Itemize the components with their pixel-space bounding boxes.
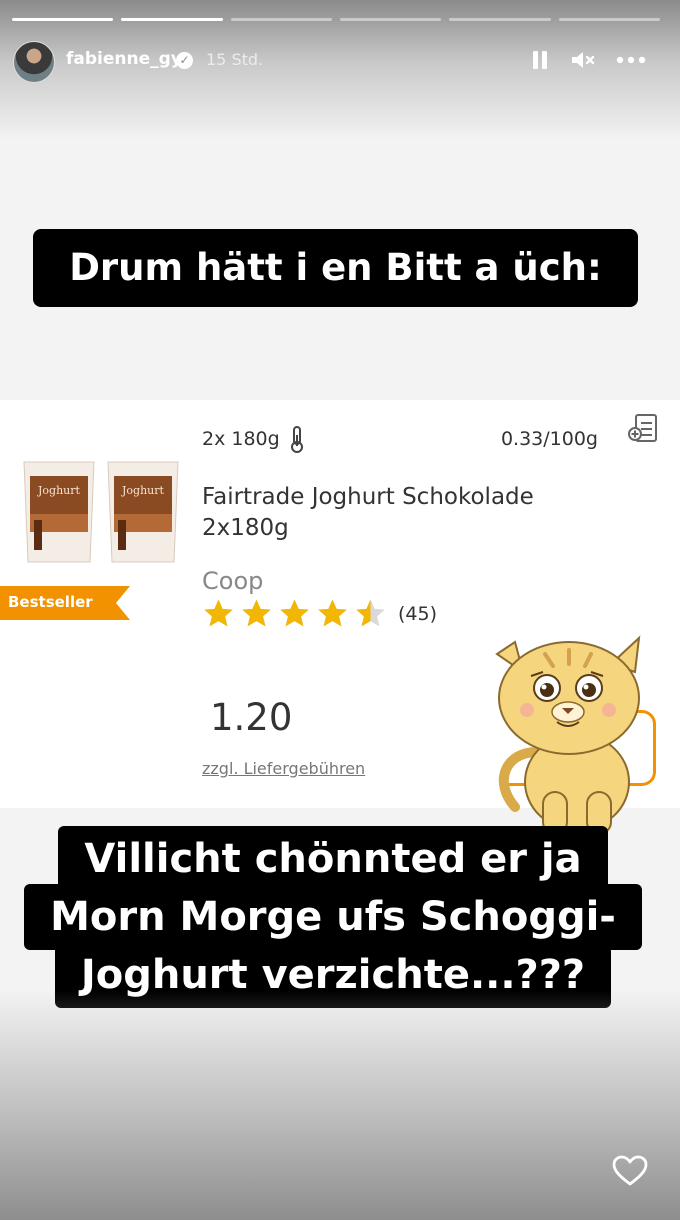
product-price: 1.20 (210, 696, 293, 739)
story-caption-bottom: Villicht chönnted er ja Morn Morge ufs S… (18, 826, 648, 1008)
svg-text:Joghurt: Joghurt (121, 484, 165, 497)
progress-segment (12, 18, 114, 21)
star-icon (280, 599, 309, 627)
speaker-muted-icon[interactable] (570, 49, 596, 71)
progress-segment (558, 18, 660, 21)
product-name[interactable]: Fairtrade Joghurt Schokolade 2x180g (202, 482, 602, 544)
progress-segment (121, 18, 223, 21)
heart-outline-icon[interactable] (612, 1155, 648, 1187)
avatar[interactable] (13, 41, 55, 83)
progress-segment (449, 18, 551, 21)
star-icon (204, 599, 233, 627)
product-image: Joghurt Joghurt (23, 461, 179, 563)
story-username[interactable]: fabienne_gyr (66, 49, 190, 69)
sad-cat-sticker (495, 635, 641, 835)
thermometer-icon (291, 426, 303, 453)
story-caption-top: Drum hätt i en Bitt a üch: (33, 229, 638, 307)
verified-badge-icon: ✓ (176, 52, 193, 69)
yoghurt-cup-left: Joghurt (23, 461, 95, 563)
bestseller-badge: Bestseller (8, 593, 93, 611)
star-icon (242, 599, 271, 627)
add-to-list-icon[interactable] (628, 412, 660, 444)
rating-stars: (45) (202, 597, 437, 630)
review-count[interactable]: (45) (398, 603, 437, 625)
bottom-gradient (0, 990, 680, 1220)
caption-line: Morn Morge ufs Schoggi- (24, 884, 642, 950)
product-quantity: 2x 180g (202, 428, 280, 450)
star-half-icon (356, 599, 385, 627)
svg-text:Joghurt: Joghurt (37, 484, 81, 497)
pause-icon[interactable] (532, 51, 548, 69)
more-horizontal-icon[interactable] (614, 49, 648, 71)
delivery-fee-link[interactable]: zzgl. Liefergebühren (202, 759, 365, 778)
caption-line: Villicht chönnted er ja (58, 826, 608, 892)
unit-price: 0.33/100g (500, 428, 598, 450)
star-icon (318, 599, 347, 627)
story-timestamp: 15 Std. (206, 50, 264, 69)
story-progress-bar (12, 18, 660, 21)
product-brand: Coop (202, 567, 264, 595)
progress-segment (339, 18, 442, 21)
progress-segment (230, 18, 332, 21)
yoghurt-cup-right: Joghurt (107, 461, 179, 563)
